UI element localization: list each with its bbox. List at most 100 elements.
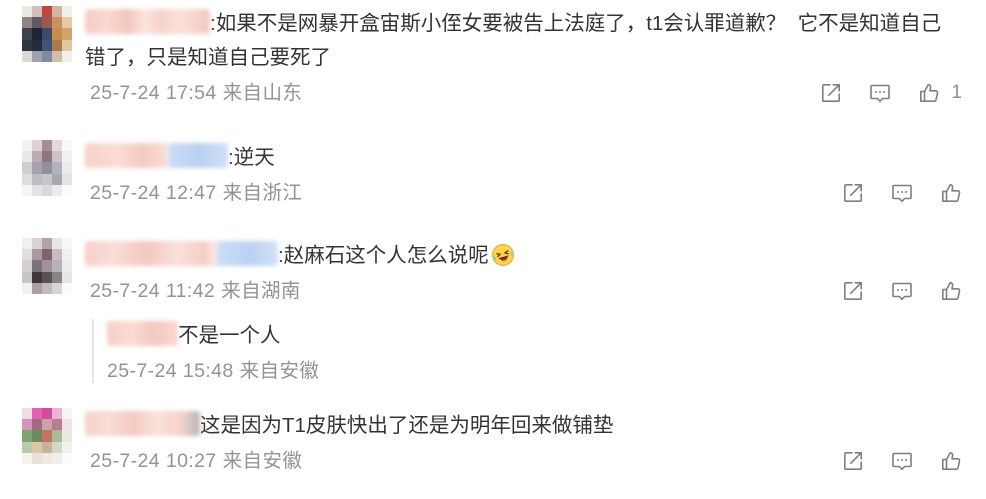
avatar-mosaic-cell <box>62 151 72 163</box>
like-button[interactable]: 1 <box>918 82 962 104</box>
avatar-mosaic-cell <box>52 28 62 40</box>
comment-timestamp: 25-7-24 11:42 <box>90 280 216 302</box>
avatar-mosaic-cell <box>22 419 32 431</box>
avatar-mosaic-cell <box>52 184 62 196</box>
avatar-mosaic-cell <box>52 17 62 29</box>
avatar-mosaic-cell <box>42 452 52 464</box>
avatar-mosaic-cell <box>22 441 32 453</box>
comment-location: 来自山东 <box>222 82 303 104</box>
share-button[interactable] <box>842 182 864 204</box>
like-button[interactable] <box>940 280 962 302</box>
avatar-mosaic-cell <box>62 173 72 185</box>
avatar-mosaic-cell <box>32 238 42 250</box>
comment-timestamp: 25-7-24 10:27 <box>90 450 217 472</box>
username-blurred[interactable] <box>85 143 228 169</box>
avatar-mosaic-cell <box>42 17 52 29</box>
avatar-mosaic-cell <box>22 17 32 29</box>
avatar-mosaic-cell <box>52 50 62 62</box>
comment-icon[interactable] <box>891 450 913 472</box>
avatar-mosaic-cell <box>42 260 52 272</box>
share-icon[interactable] <box>820 82 842 104</box>
avatar-mosaic-cell <box>32 50 42 62</box>
avatar-mosaic-cell <box>22 39 32 51</box>
comment-text-line: :如果不是网暴开盒宙斯小侄女要被告上法庭了，t1会认罪道歉？ 它不是知道自己错了… <box>85 7 950 75</box>
avatar-mosaic-cell <box>22 238 32 250</box>
avatar-mosaic-cell <box>32 249 42 261</box>
avatar-mosaic-cell <box>32 282 42 294</box>
share-icon[interactable] <box>842 182 864 204</box>
avatar-mosaic-cell <box>22 173 32 185</box>
avatar-mosaic-cell <box>52 430 62 442</box>
avatar-mosaic-cell <box>62 17 72 29</box>
comment-content: :逆天 25-7-24 12:47 来自浙江 <box>85 141 962 205</box>
avatar-mosaic-cell <box>42 249 52 261</box>
comment-icon[interactable] <box>891 280 913 302</box>
avatar-mosaic-cell <box>42 151 52 163</box>
like-button[interactable] <box>940 182 962 204</box>
comment-button[interactable] <box>869 82 891 104</box>
avatar[interactable] <box>22 140 72 196</box>
share-button[interactable] <box>842 280 864 302</box>
like-button[interactable] <box>940 450 962 472</box>
avatar[interactable] <box>22 238 72 294</box>
like-icon[interactable] <box>940 280 962 302</box>
comment-button[interactable] <box>891 280 913 302</box>
username-blurred[interactable] <box>85 411 200 437</box>
comment-content: :赵麻石这个人怎么说呢 25-7-24 11:42 来自湖南 不是一个人 25-… <box>85 239 962 383</box>
share-button[interactable] <box>842 450 864 472</box>
reply-location: 来自安徽 <box>239 360 320 382</box>
comment-icon[interactable] <box>891 182 913 204</box>
comment-text: :赵麻石这个人怎么说呢 <box>278 244 489 267</box>
avatar-mosaic-cell <box>62 28 72 40</box>
share-icon[interactable] <box>842 450 864 472</box>
reply-timestamp: 25-7-24 15:48 <box>107 360 234 382</box>
avatar-mosaic-cell <box>32 408 42 420</box>
username-blurred[interactable] <box>85 9 210 35</box>
avatar-mosaic-cell <box>62 430 72 442</box>
comment-icon[interactable] <box>869 82 891 104</box>
avatar-mosaic-cell <box>42 140 52 152</box>
avatar[interactable] <box>22 6 72 62</box>
avatar-mosaic-cell <box>52 260 62 272</box>
avatar-mosaic-cell <box>52 249 62 261</box>
comment-button[interactable] <box>891 182 913 204</box>
avatar-mosaic-cell <box>32 151 42 163</box>
comment-location: 来自湖南 <box>221 280 301 302</box>
comment-location: 来自浙江 <box>222 182 303 204</box>
comment-content: :如果不是网暴开盒宙斯小侄女要被告上法庭了，t1会认罪道歉？ 它不是知道自己错了… <box>85 7 962 105</box>
avatar-mosaic-cell <box>52 238 62 250</box>
comment-meta: 25-7-24 17:54 来自山东 1 <box>90 81 962 105</box>
share-icon[interactable] <box>842 280 864 302</box>
avatar-mosaic-cell <box>22 50 32 62</box>
avatar-mosaic-cell <box>62 441 72 453</box>
avatar-mosaic-cell <box>32 39 42 51</box>
share-button[interactable] <box>820 82 842 104</box>
avatar-mosaic-cell <box>32 6 42 18</box>
like-icon[interactable] <box>940 182 962 204</box>
avatar-mosaic-cell <box>62 238 72 250</box>
avatar[interactable] <box>22 408 72 464</box>
avatar-mosaic-cell <box>52 452 62 464</box>
avatar-mosaic-cell <box>22 452 32 464</box>
avatar-mosaic-cell <box>62 260 72 272</box>
avatar-mosaic-cell <box>62 50 72 62</box>
avatar-mosaic-cell <box>22 6 32 18</box>
like-icon[interactable] <box>918 82 940 104</box>
avatar-mosaic-cell <box>42 282 52 294</box>
avatar-mosaic-cell <box>42 238 52 250</box>
avatar-mosaic-cell <box>62 249 72 261</box>
avatar-mosaic-cell <box>32 419 42 431</box>
comment-button[interactable] <box>891 450 913 472</box>
avatar-mosaic-cell <box>42 39 52 51</box>
avatar-mosaic-cell <box>22 271 32 283</box>
comment-text-line: 这是因为T1皮肤快出了还是为明年回来做铺垫 <box>85 409 950 443</box>
avatar-mosaic-cell <box>32 452 42 464</box>
avatar-mosaic-cell <box>52 173 62 185</box>
avatar-mosaic-cell <box>22 282 32 294</box>
username-blurred[interactable] <box>85 241 278 267</box>
avatar-mosaic-cell <box>52 140 62 152</box>
avatar-mosaic-cell <box>22 140 32 152</box>
like-icon[interactable] <box>940 450 962 472</box>
avatar-mosaic-cell <box>52 162 62 174</box>
reply-username-blurred[interactable] <box>107 321 178 347</box>
